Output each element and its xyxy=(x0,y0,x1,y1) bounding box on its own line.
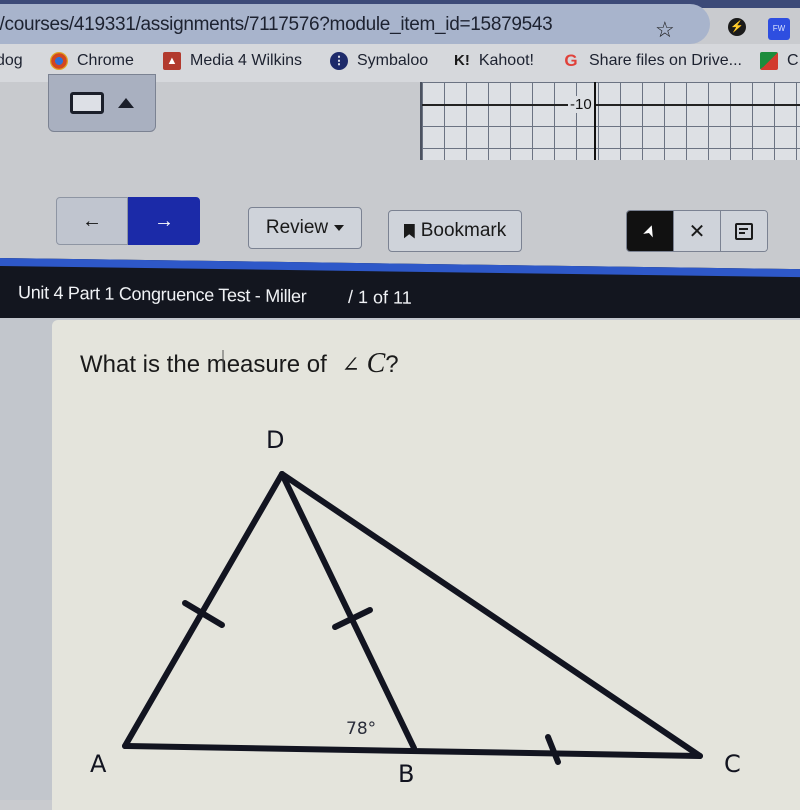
bookmark-media[interactable]: ▲ Media 4 Wilkins xyxy=(163,52,302,70)
graph-grid-preview: -10 xyxy=(420,82,800,160)
bookmark-dog[interactable]: dog xyxy=(0,52,23,70)
question-card: What is the measure of ∠ C? D A B C 78° xyxy=(52,320,800,810)
bookmark-label: Media 4 Wilkins xyxy=(190,52,303,69)
label-A: A xyxy=(90,750,107,778)
bookmark-chrome[interactable]: Chrome xyxy=(50,52,134,70)
bookmark-drive[interactable]: G Share files on Drive... xyxy=(562,52,742,70)
triangle-diagram: D A B C 78° xyxy=(90,426,741,788)
grid-tick-label: -10 xyxy=(568,96,594,113)
segment-DC xyxy=(279,471,703,759)
bookmark-symbaloo[interactable]: ⋮ Symbaloo xyxy=(330,52,428,70)
angle-label-78: 78° xyxy=(346,719,376,739)
grid-vertical-axis xyxy=(594,82,596,160)
media-icon: ▲ xyxy=(163,52,181,70)
bookmark-star-icon[interactable]: ☆ xyxy=(655,17,675,43)
keyboard-toggle-button[interactable] xyxy=(48,74,156,132)
eliminate-tool-button[interactable]: ✕ xyxy=(673,211,720,251)
caret-down-icon xyxy=(334,225,345,231)
review-button[interactable]: Review xyxy=(248,207,362,249)
label-B: B xyxy=(398,760,414,788)
google-icon: G xyxy=(564,51,578,70)
bookmark-c[interactable]: C xyxy=(760,52,799,70)
grid-horizontal-axis xyxy=(422,104,800,106)
close-icon: ✕ xyxy=(688,220,706,243)
app-icon xyxy=(760,52,778,70)
label-C: C xyxy=(724,750,741,778)
bookmark-kahoot[interactable]: K! Kahoot! xyxy=(454,52,534,70)
note-icon xyxy=(735,222,753,240)
question-area: What is the measure of ∠ C? D A B C 78° xyxy=(0,318,800,810)
extension-icon[interactable]: ⚡ xyxy=(728,18,746,36)
bookmark-label: Share files on Drive... xyxy=(589,52,742,69)
previous-button[interactable]: ← xyxy=(56,197,128,245)
arrow-left-icon: ← xyxy=(82,209,102,232)
label-D: D xyxy=(266,426,284,454)
notes-tool-button[interactable] xyxy=(720,211,767,251)
address-bar[interactable]: m/courses/419331/assignments/7117576?mod… xyxy=(0,4,710,44)
test-toolbar-area: -10 ← → Review Bookmark ➤ ✕ xyxy=(0,74,800,260)
answer-tools: ➤ ✕ xyxy=(626,210,768,252)
pointer-icon: ➤ xyxy=(640,221,661,241)
bookmark-label: Symbaloo xyxy=(357,52,429,69)
review-label: Review xyxy=(265,217,329,238)
keyboard-icon xyxy=(70,92,104,114)
bookmark-button[interactable]: Bookmark xyxy=(388,210,522,252)
bookmark-icon xyxy=(403,223,415,239)
bookmark-label: Chrome xyxy=(77,52,134,69)
bookmark-label: Kahoot! xyxy=(478,52,534,69)
segment-AD xyxy=(122,471,285,749)
next-button[interactable]: → xyxy=(128,197,200,245)
test-title: Unit 4 Part 1 Congruence Test - Miller xyxy=(18,282,307,307)
kahoot-icon: K! xyxy=(454,52,470,69)
bookmark-label: Bookmark xyxy=(420,220,507,241)
bookmark-label: dog xyxy=(0,52,23,69)
question-progress: / 1 of 11 xyxy=(348,286,412,308)
question-nav: ← → xyxy=(56,197,200,245)
pointer-tool-button[interactable]: ➤ xyxy=(627,211,673,251)
bookmark-label: C xyxy=(787,52,799,69)
triangle-up-icon xyxy=(118,98,134,108)
arrow-right-icon: → xyxy=(154,209,174,232)
extension-puzzle-icon[interactable]: FW xyxy=(768,18,790,40)
tick-mark-BC xyxy=(545,734,561,765)
symbaloo-icon: ⋮ xyxy=(330,52,348,70)
chrome-icon xyxy=(50,52,68,70)
url-text[interactable]: m/courses/419331/assignments/7117576?mod… xyxy=(0,14,553,36)
